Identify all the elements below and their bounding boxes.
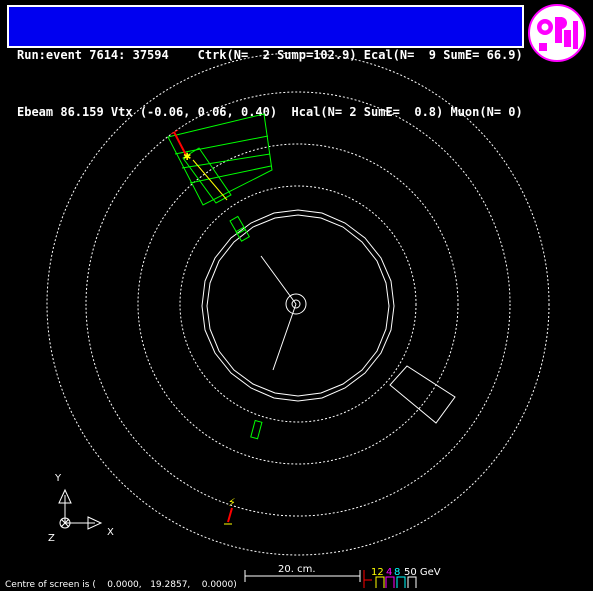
axis-y-label: Y [54,473,62,484]
axis-x-label: X [107,527,114,538]
hcal-hit-upper [229,215,247,235]
scale-bar-label: 20. cm. [278,564,316,575]
beam-pipe-inner [291,299,301,309]
ecal-yellow-line [192,159,228,201]
outer-detector-box [389,365,456,424]
energy-scale-12: 12 [371,567,384,578]
axis-z-label: Z [48,533,55,544]
axis-x-arrow [87,516,103,530]
event-display: Run:event 7614: 37594 Ctrk(N= 2 Sump=102… [0,0,593,591]
track-1 [260,255,297,305]
track-2 [272,303,297,371]
centre-of-screen-text: Centre of screen is ( 0.0000, 19.2857, 0… [5,580,237,590]
jet-chamber-outer [201,209,395,402]
jet-chamber-inner [206,214,390,397]
coil-ring [179,185,417,423]
event-info-panel: Run:event 7614: 37594 Ctrk(N= 2 Sump=102… [7,5,524,119]
lower-red-segment [227,507,233,523]
event-info-line-2: Ebeam 86.159 Vtx (-0.06, 0.06, 0.40) Hca… [17,105,523,119]
ecal-cluster-div-3 [189,165,272,184]
hcal-hit-upper-2 [235,226,251,242]
energy-scale-50gev: 50 GeV [404,567,441,578]
lower-yellow-marker: ⚡ [228,496,236,509]
energy-scale-8: 8 [394,567,400,578]
beam-pipe-outer [285,293,307,315]
opal-logo [527,3,587,63]
hcal-hit-lower [250,419,263,440]
axis-y-arrow [58,488,72,504]
energy-scale-4: 4 [386,567,392,578]
event-info-line-1: Run:event 7614: 37594 Ctrk(N= 2 Sump=102… [17,48,523,62]
axis-z-circle [59,517,71,529]
ecal-ring-inner [137,143,459,465]
